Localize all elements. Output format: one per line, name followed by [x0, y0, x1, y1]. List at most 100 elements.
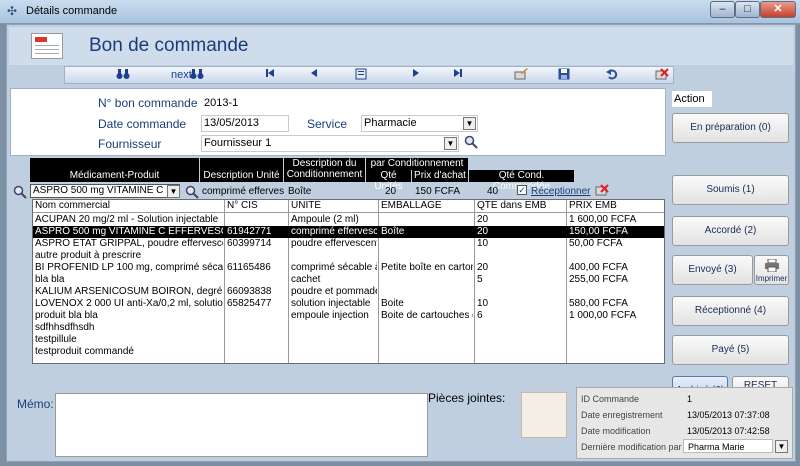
table-cell: produit bla bla — [35, 310, 98, 321]
table-cell: comprimé effervesc — [291, 226, 377, 237]
table-cell: cachet — [291, 274, 321, 285]
last-modified-by-select[interactable]: Pharma Marie — [683, 439, 773, 453]
table-cell: 20 — [477, 262, 489, 273]
last-modified-by-dropdown-icon[interactable]: ▼ — [775, 440, 788, 453]
table-row[interactable]: testproduit commandé — [33, 346, 664, 358]
pack-desc-value: Boîte — [288, 186, 312, 197]
supplier-dropdown-icon[interactable]: ▼ — [444, 137, 457, 150]
save-icon[interactable] — [557, 68, 571, 83]
table-cell: autre produit à prescrire — [35, 250, 142, 261]
new-record-icon[interactable] — [353, 68, 369, 83]
table-row[interactable]: produit bla bla empoule injection Boite de… — [33, 310, 664, 322]
table-cell: 60399714 — [227, 238, 272, 249]
delete-icon[interactable] — [655, 68, 669, 83]
print-button[interactable]: Imprimer — [754, 255, 789, 285]
table-row[interactable]: bla bla cachet 5 255,00 FCFA — [33, 274, 664, 286]
next-icon[interactable] — [409, 68, 423, 83]
table-cell: ASPRO ETAT GRIPPAL, poudre effervescente — [35, 238, 223, 249]
table-cell — [225, 310, 287, 322]
order-id-value: 1 — [687, 394, 693, 404]
table-cell: 400,00 FCFA — [569, 262, 628, 273]
table-row[interactable]: LOVENOX 2 000 UI anti-Xa/0,2 ml, solutio… — [33, 298, 664, 310]
table-cell — [475, 322, 565, 334]
col-pack-desc-header: Description du Conditionnement — [284, 158, 365, 182]
table-cell — [567, 322, 664, 334]
table-row[interactable]: ASPRO 500 mg VITAMINE C EFFERVESCENT, 619… — [33, 226, 664, 238]
table-cell — [379, 286, 473, 298]
minimize-button[interactable]: – — [710, 1, 735, 18]
order-form: N° bon commande 2013-1 Date commande 13/… — [10, 88, 666, 156]
table-row[interactable]: sdfhhsdfhsdh — [33, 322, 664, 334]
table-cell: Boite de cartouches de — [381, 310, 473, 321]
edit-record-icon[interactable] — [513, 68, 529, 83]
col-price-header: Prix d'achat — [412, 170, 468, 182]
order-form-logo-icon — [31, 33, 63, 59]
table-cell — [475, 250, 565, 262]
last-modified-by-value: Pharma Marie — [688, 442, 745, 452]
printer-icon — [765, 259, 779, 272]
memo-textarea[interactable] — [55, 393, 428, 457]
record-info-panel: ID Commande 1 Date enregistrement 13/05/… — [576, 387, 793, 459]
table-cell — [379, 322, 473, 334]
table-row[interactable]: ACUPAN 20 mg/2 ml - Solution injectable A… — [33, 214, 664, 226]
table-cell — [567, 334, 664, 346]
print-label: Imprimer — [755, 274, 788, 283]
close-button[interactable]: ✕ — [760, 1, 796, 18]
supplier-select[interactable]: Fournisseur 1 — [201, 135, 459, 152]
product-search-icon[interactable] — [13, 185, 27, 202]
unit-desc-value: comprimé effervesc — [202, 186, 284, 197]
price-value: 150 FCFA — [415, 186, 461, 197]
service-select[interactable]: Pharmacie — [361, 115, 478, 132]
table-cell: 61165486 — [227, 262, 271, 273]
table-cell: Boîte — [381, 226, 405, 237]
col-qty-units-header: Qté Unités — [366, 170, 411, 192]
table-cell: poudre effervescent(e — [291, 238, 377, 249]
table-row[interactable]: ASPRO ETAT GRIPPAL, poudre effervescente… — [33, 238, 664, 250]
service-dropdown-icon[interactable]: ▼ — [463, 117, 476, 130]
first-record-icon[interactable] — [263, 68, 277, 83]
window-title: Détails commande — [26, 5, 118, 17]
maximize-button[interactable]: □ — [735, 1, 760, 18]
col-unit-desc-header: Description Unité — [200, 158, 283, 182]
table-cell — [379, 274, 473, 286]
status-received-button[interactable]: Réceptionné (4) — [672, 296, 789, 326]
created-date-label: Date enregistrement — [581, 410, 663, 420]
table-cell — [289, 346, 377, 358]
table-cell: KALIUM ARSENICOSUM BOIRON, degré de dil — [35, 286, 223, 297]
table-row[interactable]: BI PROFENID LP 100 mg, comprimé sécable … — [33, 262, 664, 274]
status-submitted-button[interactable]: Soumis (1) — [672, 175, 789, 205]
table-row[interactable]: autre produit à prescrire — [33, 250, 664, 262]
supplier-search-icon[interactable] — [464, 135, 478, 152]
table-cell: 20 — [477, 226, 489, 237]
table-cell — [225, 214, 287, 226]
last-record-icon[interactable] — [451, 68, 465, 83]
modified-date-label: Date modification — [581, 426, 651, 436]
received-checkbox[interactable]: ✓ — [517, 185, 527, 195]
table-cell: testproduit commandé — [35, 346, 134, 357]
table-cell — [225, 250, 287, 262]
product-list[interactable]: Nom commercial N° CIS UNITE EMBALLAGE QT… — [32, 199, 665, 364]
product-dropdown-icon[interactable]: ▼ — [167, 185, 180, 198]
table-cell — [225, 322, 287, 334]
find-next-binoculars-icon[interactable] — [189, 68, 205, 83]
order-number-label: N° bon commande — [98, 96, 198, 110]
status-granted-button[interactable]: Accordé (2) — [672, 216, 789, 246]
col-cis-header: N° CIS — [227, 200, 258, 211]
table-row[interactable]: testpillule — [33, 334, 664, 346]
table-cell: LOVENOX 2 000 UI anti-Xa/0,2 ml, solutio… — [35, 298, 223, 309]
previous-icon[interactable] — [307, 68, 321, 83]
binoculars-icon[interactable] — [115, 68, 131, 83]
next-find-label[interactable]: next — [171, 68, 192, 83]
received-link[interactable]: Réceptionner — [531, 186, 590, 197]
product-select[interactable]: ASPRO 500 mg VITAMINE C EFFE — [30, 184, 180, 198]
status-preparation-button[interactable]: En préparation (0) — [672, 113, 789, 143]
undo-icon[interactable] — [605, 68, 619, 83]
status-paid-button[interactable]: Payé (5) — [672, 335, 789, 365]
table-row[interactable]: KALIUM ARSENICOSUM BOIRON, degré de dil 6… — [33, 286, 664, 298]
order-date-input[interactable]: 13/05/2013 — [201, 115, 289, 132]
table-cell: Boite — [381, 298, 404, 309]
status-sent-button[interactable]: Envoyé (3) — [672, 255, 753, 285]
delete-line-icon[interactable] — [595, 184, 609, 199]
attachments-dropzone[interactable] — [521, 392, 567, 438]
qty-ordered-value[interactable]: 40 — [487, 186, 498, 197]
